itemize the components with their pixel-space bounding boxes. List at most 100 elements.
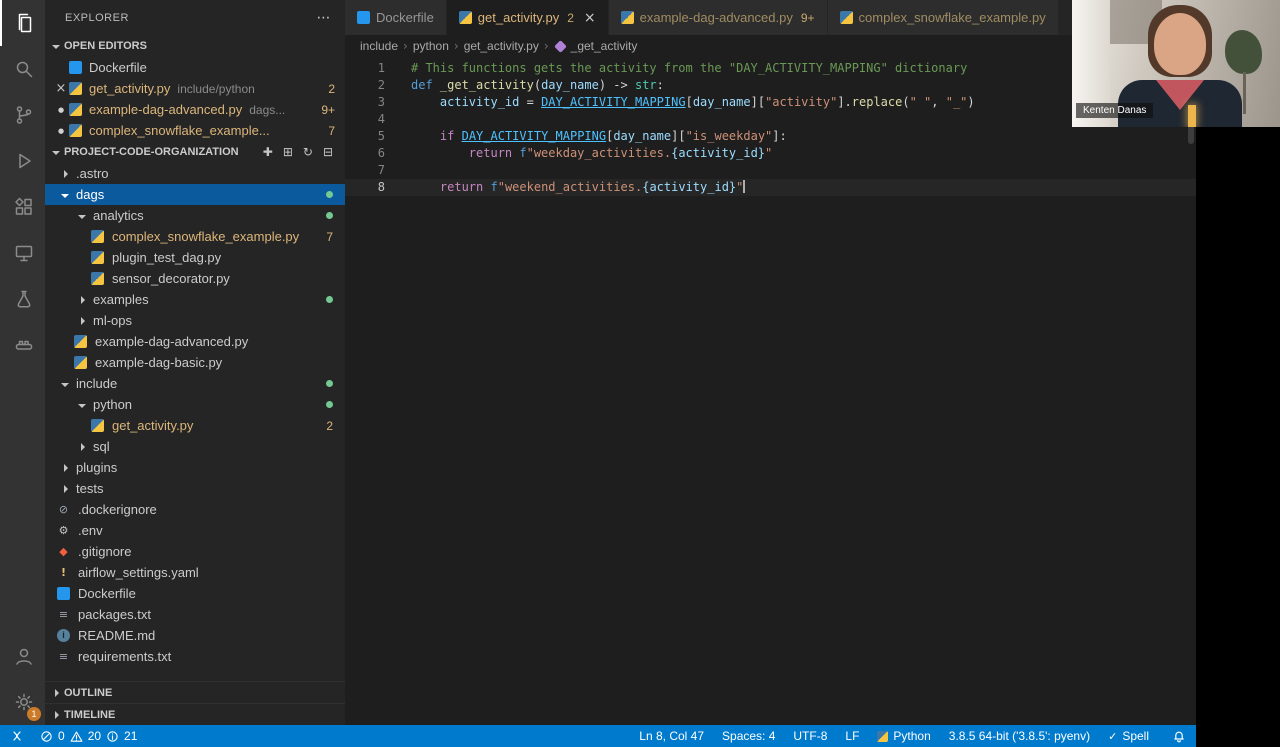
extensions-icon[interactable] — [0, 184, 45, 230]
open-editor-item[interactable]: × get_activity.py include/python 2 — [45, 78, 345, 99]
code-line[interactable]: 6 return f"weekday_activities.{activity_… — [345, 145, 1196, 162]
tree-item[interactable]: i README.md — [45, 625, 345, 646]
new-file-icon[interactable]: ✚ — [263, 145, 273, 159]
close-editor-icon[interactable]: × — [53, 81, 69, 96]
settings-gear-icon[interactable]: 1 — [0, 679, 45, 725]
editor-tab[interactable]: example-dag-advanced.py 9+ — [608, 0, 828, 35]
info-count: 21 — [124, 729, 138, 743]
tree-item-label: .gitignore — [78, 544, 132, 559]
tree-item-label: .astro — [76, 166, 109, 181]
more-actions-icon[interactable]: ⋯ — [317, 10, 332, 26]
breadcrumb-item[interactable]: get_activity.py — [464, 39, 539, 53]
tree-item[interactable]: ! airflow_settings.yaml — [45, 562, 345, 583]
code-editor[interactable]: 1 # This functions gets the activity from… — [345, 57, 1196, 725]
account-icon[interactable] — [0, 633, 45, 679]
editor-tab[interactable]: get_activity.py 2 × — [446, 0, 609, 35]
tree-item[interactable]: plugins — [45, 457, 345, 478]
status-interpreter[interactable]: 3.8.5 64-bit ('3.8.5': pyenv) — [940, 725, 1099, 747]
outline-section-header[interactable]: OUTLINE — [45, 681, 345, 703]
code-line[interactable]: 2 def _get_activity(day_name) -> str: — [345, 77, 1196, 94]
run-and-debug-icon[interactable] — [0, 138, 45, 184]
collapse-all-icon[interactable]: ⊟ — [323, 145, 333, 159]
tree-item[interactable]: sensor_decorator.py — [45, 268, 345, 289]
code-line[interactable]: 5 if DAY_ACTIVITY_MAPPING[day_name]["is_… — [345, 128, 1196, 145]
project-section-actions: ✚ ⊞ ↻ ⊟ — [263, 145, 345, 159]
tree-item[interactable]: examples — [45, 289, 345, 310]
tree-item[interactable]: ≡ requirements.txt — [45, 646, 345, 667]
open-editor-item[interactable]: ● complex_snowflake_example... 7 — [45, 120, 345, 141]
new-folder-icon[interactable]: ⊞ — [283, 145, 293, 159]
tree-item[interactable]: ⊘ .dockerignore — [45, 499, 345, 520]
tree-item[interactable]: sql — [45, 436, 345, 457]
code-line[interactable]: 3 activity_id = DAY_ACTIVITY_MAPPING[day… — [345, 94, 1196, 111]
python-file-icon — [91, 419, 104, 432]
info-icon — [107, 730, 118, 742]
docker-extension-icon[interactable] — [0, 322, 45, 368]
dirty-dot-icon: ● — [57, 126, 65, 135]
problems-indicator[interactable]: 0 20 21 — [34, 725, 143, 747]
code-line[interactable]: 8 return f"weekend_activities.{activity_… — [345, 179, 1196, 196]
tree-item[interactable]: complex_snowflake_example.py 7 — [45, 226, 345, 247]
breadcrumb-item[interactable]: python — [413, 39, 449, 53]
refresh-icon[interactable]: ↻ — [303, 145, 313, 159]
timeline-section-header[interactable]: TIMELINE — [45, 703, 345, 725]
tree-item[interactable]: ≡ packages.txt — [45, 604, 345, 625]
open-editor-label: complex_snowflake_example... — [89, 123, 270, 138]
testing-icon[interactable] — [0, 276, 45, 322]
tree-item[interactable]: python — [45, 394, 345, 415]
python-file-icon — [839, 11, 853, 24]
tree-item[interactable]: tests — [45, 478, 345, 499]
explorer-icon[interactable] — [0, 0, 45, 46]
status-indentation[interactable]: Spaces: 4 — [713, 725, 784, 747]
code-line[interactable]: 7 — [345, 162, 1196, 179]
settings-badge: 1 — [27, 707, 41, 721]
tree-item-label: get_activity.py — [112, 418, 194, 433]
code-line[interactable]: 4 — [345, 111, 1196, 128]
code-line[interactable]: 1 # This functions gets the activity from… — [345, 60, 1196, 77]
chevron-down-icon — [57, 187, 73, 203]
modified-contents-dot — [326, 191, 333, 198]
editor-scrollbar[interactable] — [1186, 57, 1196, 725]
tree-item-label: examples — [93, 292, 149, 307]
notifications-bell-icon[interactable] — [1166, 725, 1196, 747]
status-eol[interactable]: LF — [836, 725, 868, 747]
tree-item[interactable]: include — [45, 373, 345, 394]
tree-item[interactable]: ⚙ .env — [45, 520, 345, 541]
tree-item[interactable]: example-dag-advanced.py — [45, 331, 345, 352]
project-section-header[interactable]: PROJECT-CODE-ORGANIZATION ✚ ⊞ ↻ ⊟ — [45, 141, 345, 163]
remote-explorer-icon[interactable] — [0, 230, 45, 276]
tree-item-label: sensor_decorator.py — [112, 271, 230, 286]
python-file-icon — [74, 335, 87, 348]
tree-item[interactable]: Dockerfile — [45, 583, 345, 604]
status-indentation-label: Spaces: 4 — [722, 729, 776, 743]
explorer-tree: .astro dags analytics complex_snowflake_exa… — [45, 163, 345, 667]
search-icon[interactable] — [0, 46, 45, 92]
breadcrumb: include › python › get_activity.py › _get_acti… — [345, 35, 1196, 57]
git-badge: 7 — [328, 123, 335, 138]
source-control-icon[interactable] — [0, 92, 45, 138]
open-editors-header[interactable]: OPEN EDITORS — [45, 35, 345, 57]
status-encoding[interactable]: UTF-8 — [784, 725, 836, 747]
remote-indicator[interactable] — [0, 725, 34, 747]
vscode-window: 1 EXPLORER ⋯ OPEN EDITORS Dockerfile × get… — [0, 0, 1196, 747]
tab-close-icon[interactable]: × — [584, 10, 596, 26]
tree-item[interactable]: plugin_test_dag.py — [45, 247, 345, 268]
editor-tab[interactable]: Dockerfile — [345, 0, 447, 35]
tree-item-label: plugins — [76, 460, 118, 475]
breadcrumb-symbol[interactable]: _get_activity — [571, 39, 638, 53]
editor-tab[interactable]: complex_snowflake_example.py — [827, 0, 1059, 35]
tree-item[interactable]: example-dag-basic.py — [45, 352, 345, 373]
tree-item[interactable]: get_activity.py 2 — [45, 415, 345, 436]
breadcrumb-item[interactable]: include — [360, 39, 398, 53]
open-editor-item[interactable]: Dockerfile — [45, 57, 345, 78]
tree-item[interactable]: .astro — [45, 163, 345, 184]
tree-item[interactable]: dags — [45, 184, 345, 205]
status-spell[interactable]: ✓ Spell — [1099, 725, 1158, 747]
tree-item[interactable]: analytics — [45, 205, 345, 226]
status-cursor-position[interactable]: Ln 8, Col 47 — [630, 725, 713, 747]
status-language[interactable]: Python — [868, 725, 939, 747]
tree-item[interactable]: ml-ops — [45, 310, 345, 331]
tree-item-label: sql — [93, 439, 110, 454]
tree-item[interactable]: ◆ .gitignore — [45, 541, 345, 562]
open-editor-item[interactable]: ● example-dag-advanced.py dags... 9+ — [45, 99, 345, 120]
